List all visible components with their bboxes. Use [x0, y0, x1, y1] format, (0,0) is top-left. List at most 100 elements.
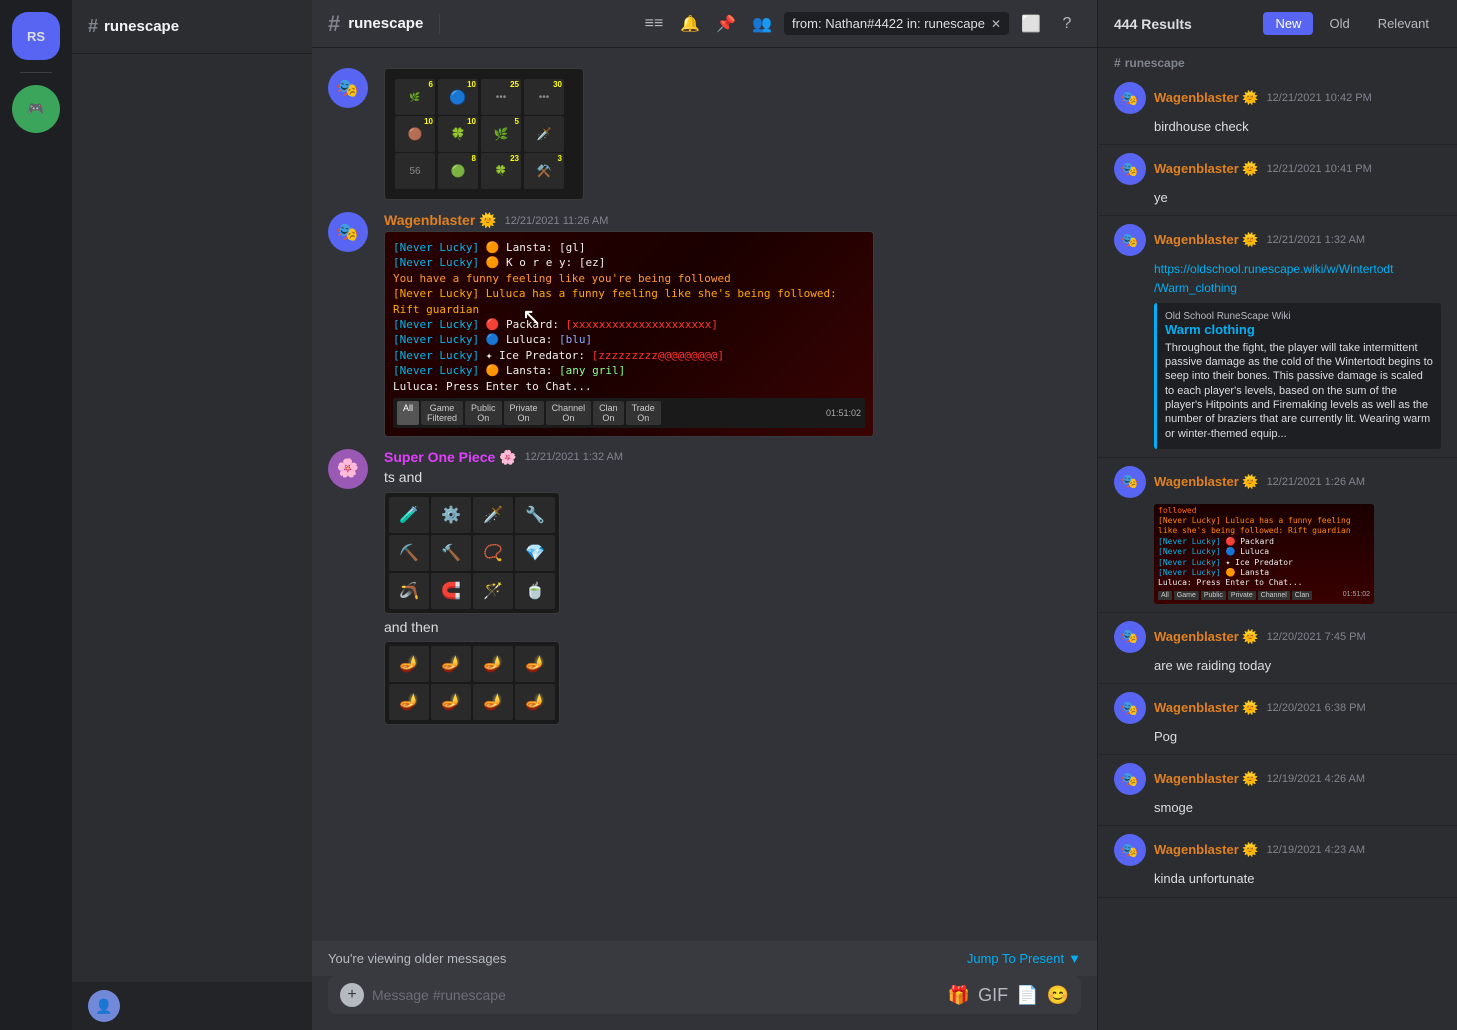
result-meta-1: 🎭 Wagenblaster 🌞 12/21/2021 10:42 PM — [1114, 82, 1441, 114]
chat-input-wrapper: + 🎁 GIF 📄 😊 — [328, 976, 1081, 1014]
jump-chevron-icon: ▼ — [1068, 951, 1081, 966]
s-chat-4: [Never Lucky] Luluca has a funny feeling… — [1158, 516, 1370, 537]
result-link-3[interactable]: https://oldschool.runescape.wiki/w/Winte… — [1154, 262, 1393, 294]
search-bar[interactable]: from: Nathan#4422 in: runescape ✕ — [784, 12, 1009, 35]
search-close-btn[interactable]: ✕ — [991, 17, 1001, 31]
game-timer: 01:51:02 — [826, 401, 861, 425]
author-sop: Super One Piece 🌸 — [384, 449, 517, 466]
result-author-4: Wagenblaster 🌞 — [1154, 474, 1259, 490]
result-avatar-1: 🎭 — [1114, 82, 1146, 114]
add-attachment-btn[interactable]: + — [340, 983, 364, 1007]
gif-icon[interactable]: GIF — [978, 985, 1008, 1006]
search-panel: 444 Results New Old Relevant # runescape… — [1097, 0, 1457, 1030]
help-icon[interactable]: ? — [1053, 10, 1081, 38]
embed-title-3: Warm clothing — [1165, 322, 1433, 337]
game-tab-private: PrivateOn — [504, 401, 544, 425]
pin-icon[interactable]: 📌 — [712, 10, 740, 38]
channel-hash-icon: # — [88, 16, 98, 37]
inv-slot: 🍀23 — [481, 153, 521, 189]
result-meta-3: 🎭 Wagenblaster 🌞 12/21/2021 1:32 AM — [1114, 224, 1441, 256]
result-screenshot-thumb-4: [Never Lucky] 🟠 Lansta [Never Lucky] 🟠 K… — [1154, 504, 1374, 604]
result-author-6: Wagenblaster 🌞 — [1154, 700, 1259, 716]
result-meta-8: 🎭 Wagenblaster 🌞 12/19/2021 4:23 AM — [1114, 834, 1441, 866]
search-result-6[interactable]: 🎭 Wagenblaster 🌞 12/20/2021 6:38 PM Pog — [1098, 684, 1457, 755]
chat-line-9: Luluca: Press Enter to Chat... — [393, 379, 865, 394]
chat-line-1: [Never Lucky] 🟠 Lansta: [gl] — [393, 240, 865, 255]
result-timestamp-4: 12/21/2021 1:26 AM — [1267, 476, 1365, 488]
chat-line-6: [Never Lucky] 🔵 Luluca: [blu] — [393, 332, 865, 347]
timestamp-sop: 12/21/2021 1:32 AM — [525, 451, 623, 463]
search-result-4[interactable]: 🎭 Wagenblaster 🌞 12/21/2021 1:26 AM [Nev… — [1098, 458, 1457, 613]
inventory-grid-sop: 🧪 ⚙️ 🗡️ 🔧 ⛏️ 🔨 📿 💎 🪃 🧲 🪄 🍵 — [384, 492, 560, 614]
inv-slot: •••25 — [481, 79, 521, 115]
result-text-8: kinda unfortunate — [1114, 870, 1441, 888]
result-author-1: Wagenblaster 🌞 — [1154, 90, 1259, 106]
result-avatar-2: 🎭 — [1114, 153, 1146, 185]
threads-icon[interactable]: ≡≡ — [640, 10, 668, 38]
search-channel-name: runescape — [1125, 56, 1185, 70]
result-meta-2: 🎭 Wagenblaster 🌞 12/21/2021 10:41 PM — [1114, 153, 1441, 185]
inv-slot-lamp: 🪔 — [473, 684, 513, 720]
search-result-5[interactable]: 🎭 Wagenblaster 🌞 12/20/2021 7:45 PM are … — [1098, 613, 1457, 684]
screenshot-inner: ↖ [Never Lucky] 🟠 Lansta: [gl] [Never Lu… — [385, 232, 873, 436]
inv-slot-lamp: 🪔 — [389, 646, 429, 682]
gift-icon[interactable]: 🎁 — [948, 985, 970, 1006]
avatar-wagenblaster-inv: 🎭 — [328, 68, 368, 108]
message-meta-ss: Wagenblaster 🌞 12/21/2021 11:26 AM — [384, 212, 1081, 229]
filter-tab-old[interactable]: Old — [1317, 12, 1361, 35]
older-messages-bar: You're viewing older messages Jump To Pr… — [312, 941, 1097, 976]
result-text-3: https://oldschool.runescape.wiki/w/Winte… — [1114, 260, 1441, 296]
filter-tab-relevant[interactable]: Relevant — [1366, 12, 1441, 35]
result-meta-5: 🎭 Wagenblaster 🌞 12/20/2021 7:45 PM — [1114, 621, 1441, 653]
cursor-icon: ↖ — [522, 303, 542, 332]
channel-name-header: runescape — [348, 15, 423, 32]
result-author-5: Wagenblaster 🌞 — [1154, 629, 1259, 645]
game-tab-trade: TradeOn — [626, 401, 661, 425]
server-icon-runescape[interactable]: RS — [12, 12, 60, 60]
inv-slot-sop: 🪄 — [473, 573, 513, 609]
inv-slot-sop: ⛏️ — [389, 535, 429, 571]
chat-line-3: You have a funny feeling like you're bei… — [393, 271, 865, 286]
inv-slot: ⚒️3 — [524, 153, 564, 189]
embed-desc-3: Throughout the fight, the player will ta… — [1165, 341, 1433, 441]
bell-icon[interactable]: 🔔 — [676, 10, 704, 38]
game-screenshot-image: ↖ [Never Lucky] 🟠 Lansta: [gl] [Never Lu… — [384, 231, 874, 437]
inv-slot-sop: 🧲 — [431, 573, 471, 609]
search-result-2[interactable]: 🎭 Wagenblaster 🌞 12/21/2021 10:41 PM ye — [1098, 145, 1457, 216]
members-icon[interactable]: 👥 — [748, 10, 776, 38]
s-chat-9: Luluca: Press Enter to Chat... — [1158, 578, 1370, 588]
search-result-8[interactable]: 🎭 Wagenblaster 🌞 12/19/2021 4:23 AM kind… — [1098, 826, 1457, 897]
timestamp-ss: 12/21/2021 11:26 AM — [505, 215, 609, 227]
inv-slot: •••30 — [524, 79, 564, 115]
result-text-2: ye — [1114, 189, 1441, 207]
result-timestamp-5: 12/20/2021 7:45 PM — [1267, 631, 1366, 643]
search-result-1[interactable]: 🎭 Wagenblaster 🌞 12/21/2021 10:42 PM bir… — [1098, 74, 1457, 145]
result-author-3: Wagenblaster 🌞 — [1154, 232, 1259, 248]
inv-slot: 🌿5 — [481, 116, 521, 152]
emoji-icon[interactable]: 😊 — [1047, 985, 1069, 1006]
game-tab-clan: ClanOn — [593, 401, 624, 425]
inv-slot-sop: 🔨 — [431, 535, 471, 571]
message-input[interactable] — [372, 976, 940, 1014]
message-group-screenshot: 🎭 Wagenblaster 🌞 12/21/2021 11:26 AM ↖ — [312, 208, 1097, 441]
search-result-7[interactable]: 🎭 Wagenblaster 🌞 12/19/2021 4:26 AM smog… — [1098, 755, 1457, 826]
results-count: 444 Results — [1114, 16, 1192, 32]
s-tab-clan: Clan — [1292, 591, 1312, 600]
inbox-icon[interactable]: ⬜ — [1017, 10, 1045, 38]
sticker-icon[interactable]: 📄 — [1016, 985, 1038, 1006]
inv-slot: 🟢8 — [438, 153, 478, 189]
inv-slot-sop: 🪃 — [389, 573, 429, 609]
result-avatar-4: 🎭 — [1114, 466, 1146, 498]
older-messages-text: You're viewing older messages — [328, 951, 506, 966]
game-tab-game: GameFiltered — [421, 401, 463, 425]
result-meta-7: 🎭 Wagenblaster 🌞 12/19/2021 4:26 AM — [1114, 763, 1441, 795]
search-result-3[interactable]: 🎭 Wagenblaster 🌞 12/21/2021 1:32 AM http… — [1098, 216, 1457, 457]
inventory-image-top: 🌿6 🔵10 •••25 •••30 🟤10 🍀10 🌿5 🗡️ 56 🟢8 🍀… — [384, 68, 584, 200]
jump-to-present-btn[interactable]: Jump To Present ▼ — [967, 951, 1081, 966]
filter-tab-new[interactable]: New — [1263, 12, 1313, 35]
server-icon-1[interactable]: 🎮 — [12, 85, 60, 133]
result-avatar-3: 🎭 — [1114, 224, 1146, 256]
result-timestamp-8: 12/19/2021 4:23 AM — [1267, 844, 1365, 856]
inv-slot: 🔵10 — [438, 79, 478, 115]
inv-slot-lamp: 🪔 — [515, 646, 555, 682]
